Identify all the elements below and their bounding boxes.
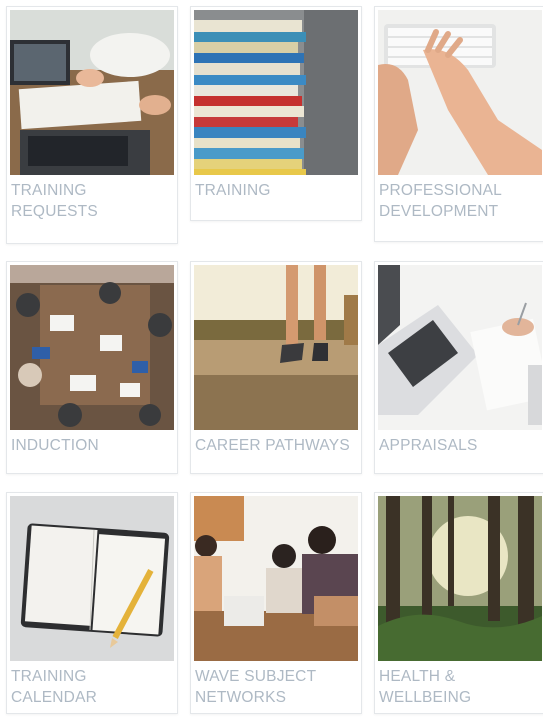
laptop-meeting-image [10,10,174,175]
keyboard-typing-image [378,10,542,175]
laptop-notes-image [378,265,542,430]
notebook-pencil-image [10,496,174,661]
group-desk-image [10,265,174,430]
running-road-image [194,265,358,430]
tile-label: Career Pathways [195,437,350,454]
tile-label: Training Requests [11,182,98,220]
forest-image [378,496,542,661]
tile-appraisals[interactable]: Appraisals [374,261,543,474]
tile-induction[interactable]: Induction [6,261,178,474]
tile-professional-development[interactable]: Professional Development [374,6,543,242]
tile-label: Training Calendar [11,668,98,706]
tile-training[interactable]: Training [190,6,362,221]
tile-label: Wave Subject Networks [195,668,317,706]
book-stack-image [194,10,358,175]
tile-wave-subject-networks[interactable]: Wave Subject Networks [190,492,362,714]
tile-training-calendar[interactable]: Training Calendar [6,492,178,714]
tile-training-requests[interactable]: Training Requests [6,6,178,244]
tile-label: Professional Development [379,182,502,220]
tile-label: Training [195,182,271,199]
tile-label: Appraisals [379,437,478,454]
tile-label: Induction [11,437,99,454]
tile-career-pathways[interactable]: Career Pathways [190,261,362,474]
tile-label: Health & Wellbeing [379,668,472,706]
team-meeting-image [194,496,358,661]
tile-health-wellbeing[interactable]: Health & Wellbeing [374,492,543,714]
